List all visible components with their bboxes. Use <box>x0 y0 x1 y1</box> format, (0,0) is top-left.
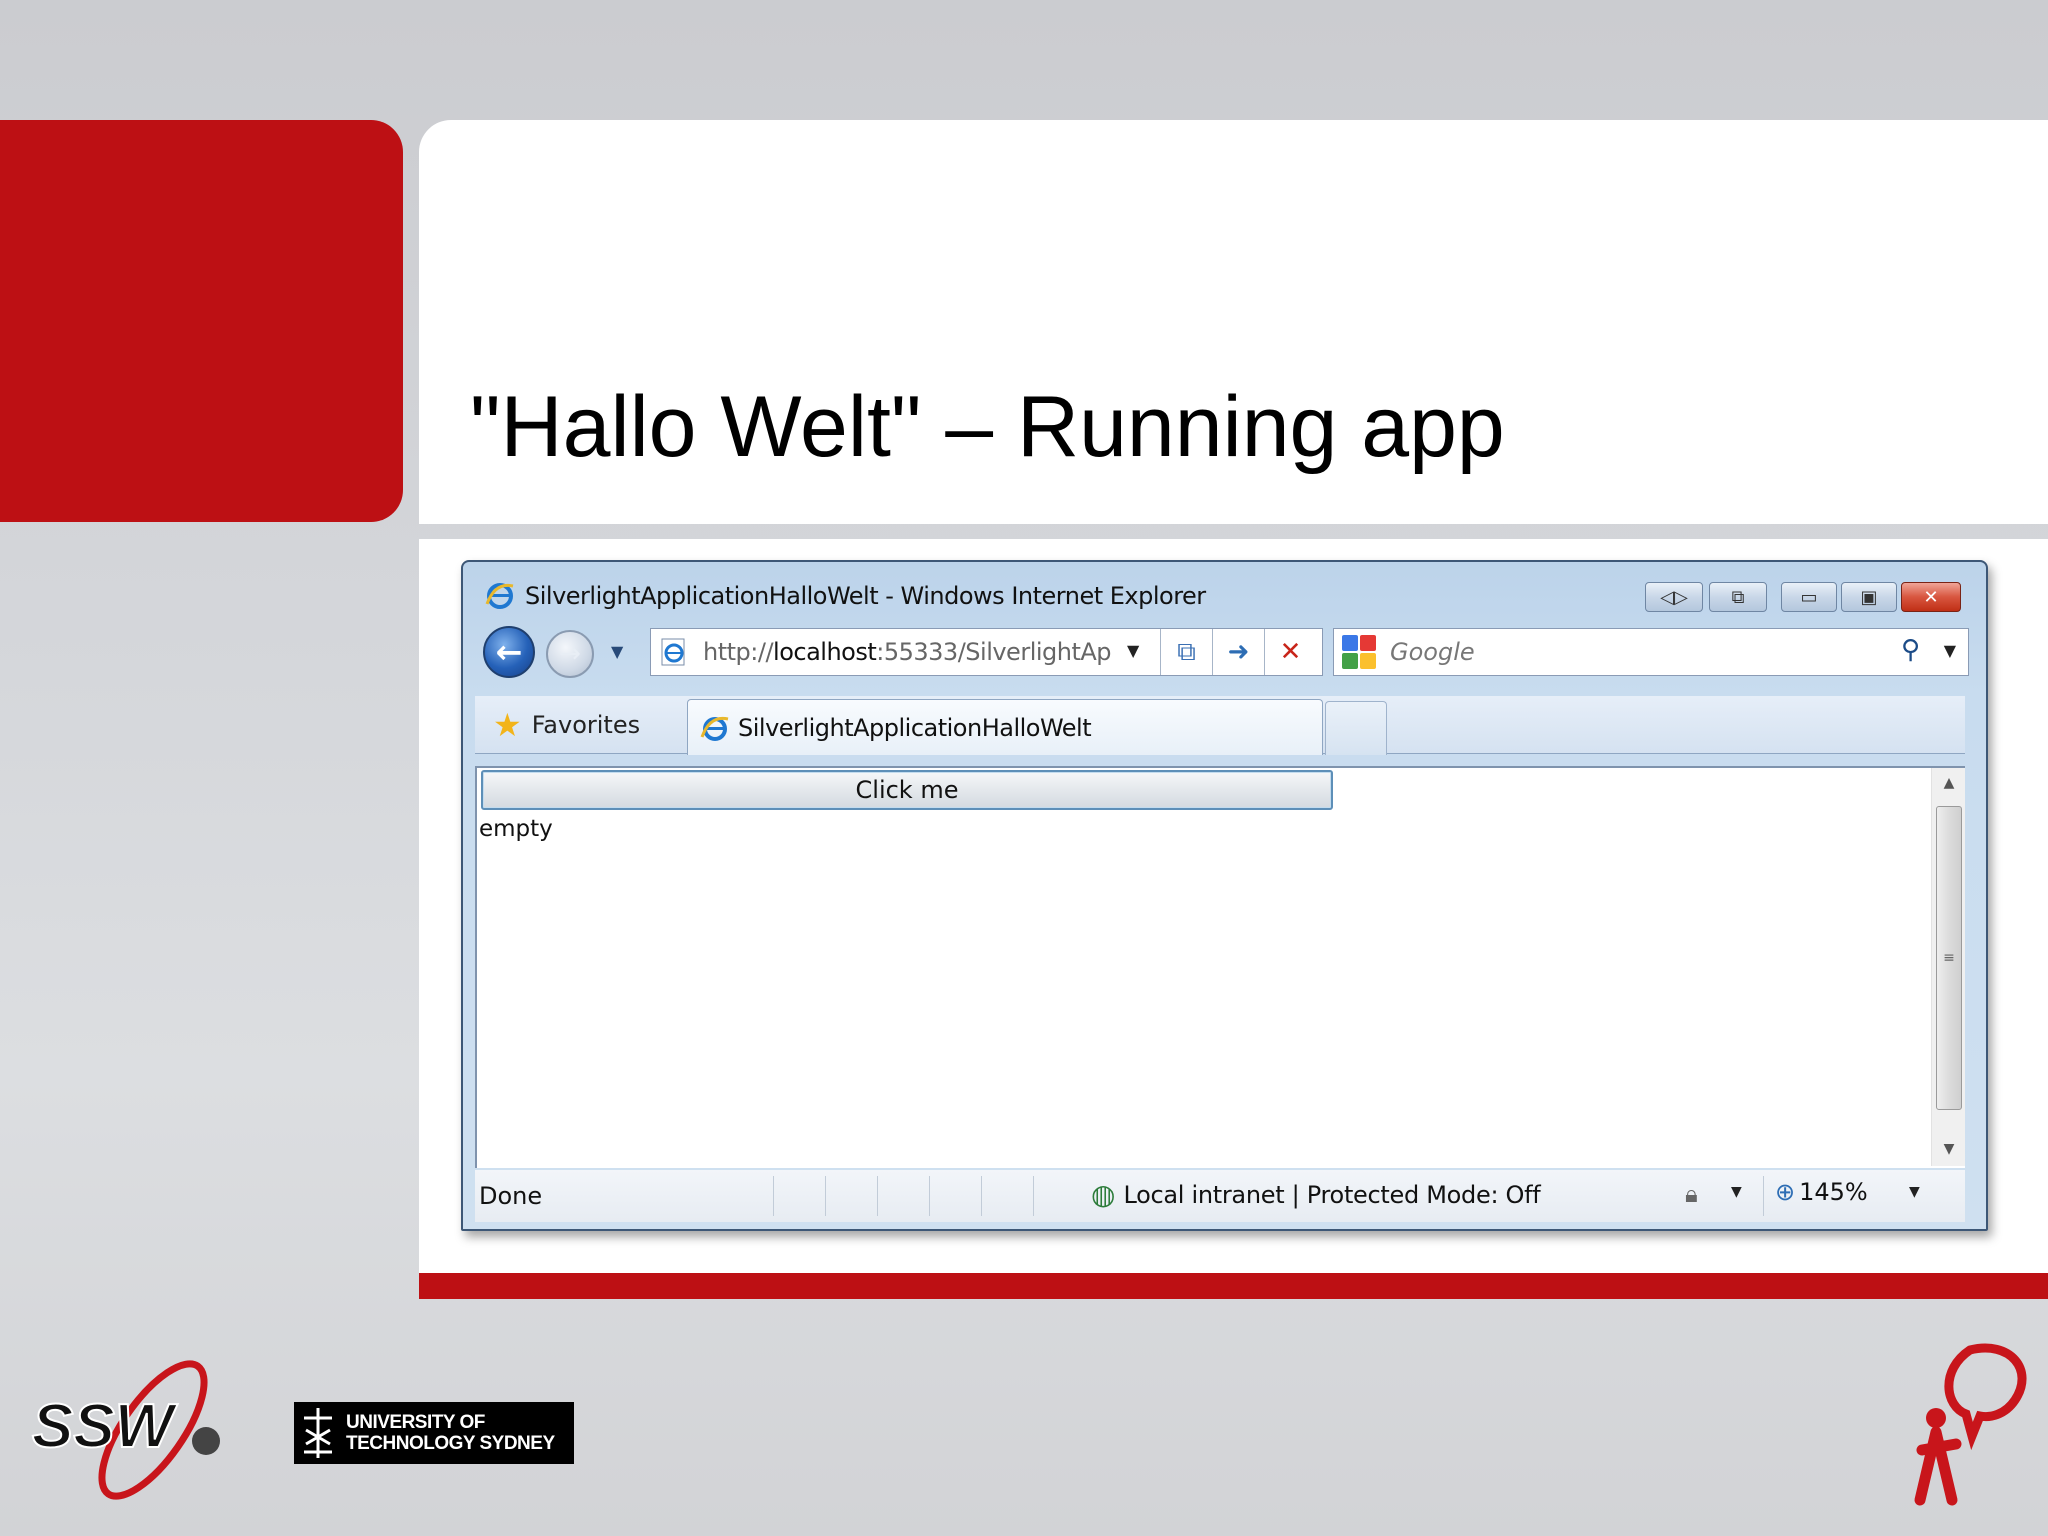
uts-emblem-icon <box>298 1404 338 1462</box>
zoom-dropdown[interactable]: ▼ <box>1909 1184 1920 1200</box>
search-dropdown[interactable]: ▼ <box>1944 641 1956 660</box>
window-title: SilverlightApplicationHalloWelt - Window… <box>525 582 1206 610</box>
ie-icon <box>485 583 514 609</box>
lock-icon[interactable]: 🔒︎ <box>1685 1180 1698 1208</box>
close-button[interactable]: ✕ <box>1901 582 1961 612</box>
uts-logo: UNIVERSITY OF TECHNOLOGY SYDNEY <box>294 1402 574 1464</box>
scroll-up-icon[interactable]: ▲ <box>1932 768 1966 798</box>
zoom-control[interactable]: ⊕ 145% <box>1775 1178 1868 1206</box>
stop-x-icon[interactable]: ✕ <box>1264 629 1316 675</box>
search-placeholder[interactable]: Google <box>1390 638 1475 666</box>
status-divider <box>981 1176 982 1216</box>
minimize-button[interactable]: ▭ <box>1781 582 1837 612</box>
zoom-level: 145% <box>1799 1178 1868 1206</box>
search-icon[interactable]: ⚲ <box>1901 635 1920 665</box>
vertical-scrollbar[interactable]: ▲ ≡ ▼ <box>1931 768 1965 1166</box>
ie-page-icon <box>661 638 685 666</box>
status-done-text: Done <box>479 1182 543 1210</box>
page-viewport: Click me empty ▲ ≡ ▼ <box>475 766 1965 1168</box>
status-divider <box>877 1176 878 1216</box>
refresh-arrow-icon[interactable]: ➜ <box>1212 629 1264 675</box>
zone-text: Local intranet | Protected Mode: Off <box>1123 1180 1541 1209</box>
uts-text: UNIVERSITY OF TECHNOLOGY SYDNEY <box>346 1412 555 1454</box>
slide-title: "Hallo Welt" – Running app <box>470 379 1505 475</box>
status-divider <box>1033 1176 1034 1216</box>
status-divider <box>773 1176 774 1216</box>
ssw-logo-text: SSW <box>32 1392 178 1461</box>
uts-line-2: TECHNOLOGY SYDNEY <box>346 1433 555 1454</box>
navigation-bar: ← → ▼ http://localhost:55333/Silverlight… <box>463 620 1986 678</box>
address-dropdown[interactable]: ▼ <box>1127 641 1139 660</box>
security-zone[interactable]: ◍ Local intranet | Protected Mode: Off <box>1091 1178 1541 1211</box>
tab-bar: ★ Favorites SilverlightApplicationHalloW… <box>475 696 1965 755</box>
red-divider-bar <box>419 1273 2048 1299</box>
status-bar: Done ◍ Local intranet | Protected Mode: … <box>475 1170 1965 1222</box>
restore-layout-button[interactable]: ⧉ <box>1709 582 1767 612</box>
maximize-button[interactable]: ▣ <box>1841 582 1897 612</box>
window-titlebar[interactable]: SilverlightApplicationHalloWelt - Window… <box>463 562 1986 618</box>
tab-silverlight-app[interactable]: SilverlightApplicationHalloWelt <box>687 699 1323 755</box>
scroll-down-icon[interactable]: ▼ <box>1932 1134 1966 1164</box>
google-icon <box>1342 635 1376 669</box>
globe-zone-icon: ◍ <box>1091 1178 1116 1211</box>
status-divider <box>929 1176 930 1216</box>
compat-view-button[interactable]: ◁▷ <box>1645 582 1703 612</box>
compat-view-icon[interactable]: ⧉ <box>1160 629 1212 675</box>
favorites-button[interactable]: ★ Favorites <box>475 696 681 754</box>
status-divider <box>1763 1176 1764 1216</box>
output-text: empty <box>479 816 553 842</box>
scroll-thumb[interactable]: ≡ <box>1936 806 1962 1110</box>
address-bar[interactable]: http://localhost:55333/SilverlightApp ▼ … <box>650 628 1323 676</box>
speech-figure-logo <box>1914 1343 2027 1506</box>
lock-dropdown[interactable]: ▼ <box>1731 1184 1742 1200</box>
favorites-label: Favorites <box>531 711 641 739</box>
zoom-icon: ⊕ <box>1775 1178 1796 1206</box>
ie-icon <box>700 716 729 741</box>
click-me-button[interactable]: Click me <box>481 770 1333 810</box>
recent-pages-dropdown[interactable]: ▼ <box>611 642 623 661</box>
red-accent-block <box>0 120 403 522</box>
forward-arrow-icon[interactable]: → <box>546 630 594 678</box>
ssw-logo: SSW <box>31 1360 220 1500</box>
back-arrow-icon[interactable]: ← <box>483 626 535 678</box>
address-text[interactable]: http://localhost:55333/SilverlightApp <box>703 638 1113 666</box>
ie-window: SilverlightApplicationHalloWelt - Window… <box>461 560 1988 1231</box>
status-divider <box>825 1176 826 1216</box>
tab-label: SilverlightApplicationHalloWelt <box>738 713 1092 742</box>
star-icon: ★ <box>493 706 522 744</box>
search-box[interactable]: Google ⚲ ▼ <box>1333 628 1969 676</box>
new-tab-button[interactable] <box>1325 701 1387 755</box>
uts-line-1: UNIVERSITY OF <box>346 1412 485 1433</box>
